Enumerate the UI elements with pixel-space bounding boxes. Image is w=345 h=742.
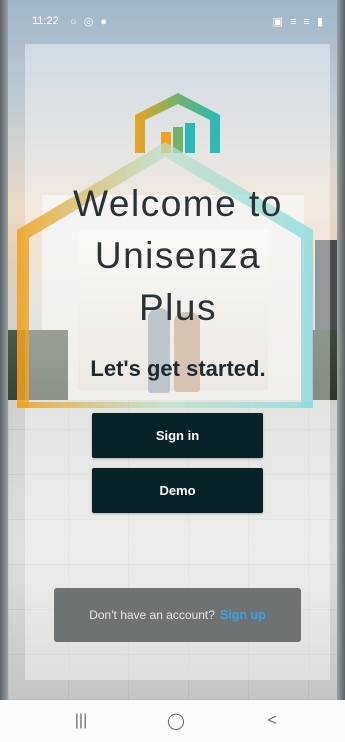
phone-bezel-right [337,0,345,700]
welcome-title: Welcome to Unisenza Plus [28,178,328,334]
notification-icons: ○ ◎ ● [70,16,109,28]
recent-apps-button[interactable]: ||| [61,708,101,734]
title-line: Plus [139,287,217,328]
android-nav-bar: ||| ◯ < [0,700,345,742]
title-line: Unisenza [94,235,262,276]
sign-up-link[interactable]: Sign up [220,608,266,622]
status-time: 11:22 [32,15,59,27]
home-button[interactable]: ◯ [156,708,196,734]
tagline: Let's get started. [90,356,266,381]
home-icon: ◯ [167,713,185,730]
signup-banner: Don't have an account? Sign up [54,588,301,642]
phone-bezel-left [0,0,8,700]
back-button[interactable]: < [252,708,292,734]
signup-prompt: Don't have an account? [89,608,215,622]
system-status-icons: ▣ ≡ ≡ ▮ [272,16,325,28]
sign-in-button[interactable]: Sign in [92,413,263,458]
demo-button[interactable]: Demo [92,468,263,513]
recent-apps-icon: ||| [74,712,88,729]
back-icon: < [267,712,277,729]
status-bar: 11:22 ○ ◎ ● ▣ ≡ ≡ ▮ [8,0,337,40]
title-line: Welcome to [73,183,283,224]
